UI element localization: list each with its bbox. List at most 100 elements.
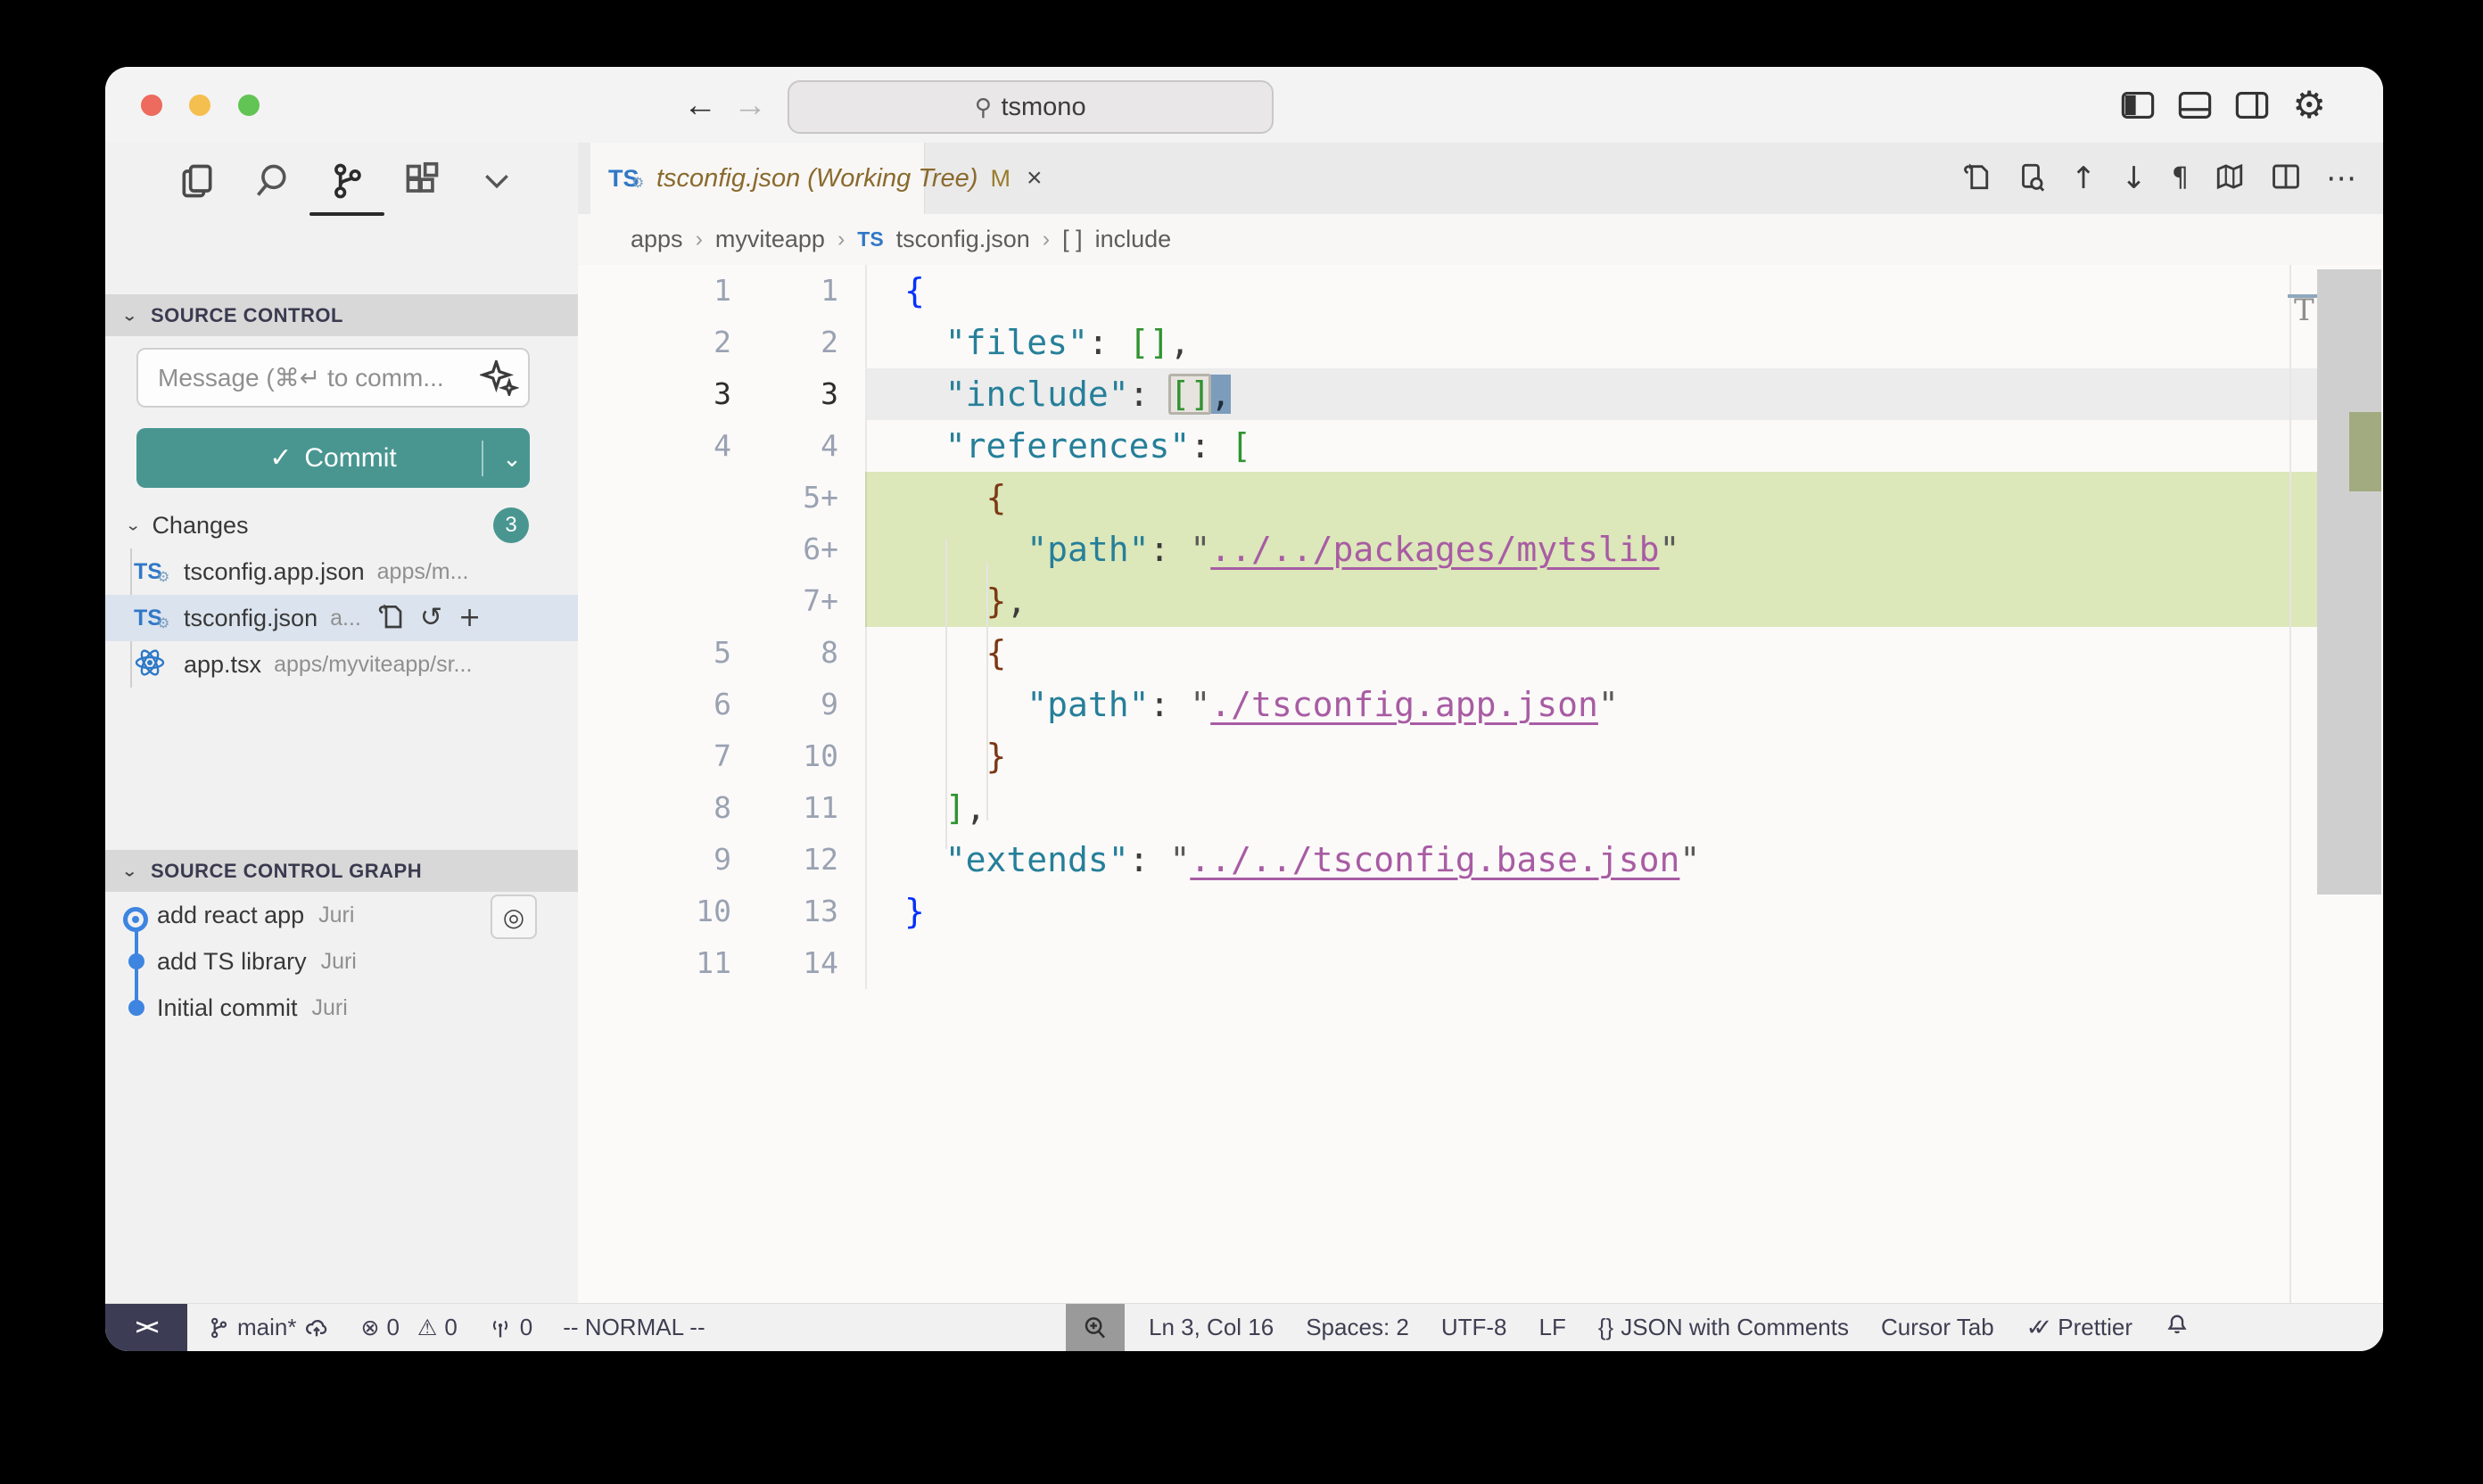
line-number[interactable]: 1: [578, 265, 731, 317]
search-icon: ⚲: [975, 94, 992, 121]
navigate-forward-icon[interactable]: →: [733, 87, 767, 125]
notifications-bell-icon[interactable]: [2165, 1311, 2190, 1344]
commit-button[interactable]: ✓ Commit: [136, 428, 530, 488]
open-changes-icon[interactable]: [1960, 161, 1991, 197]
code-token: :: [1129, 375, 1170, 414]
goto-current-history-item-button[interactable]: ◎: [491, 895, 537, 939]
tab-tsconfig-working-tree[interactable]: TS⚙ tsconfig.json (Working Tree) M ×: [590, 143, 925, 214]
line-number[interactable]: 14: [731, 937, 838, 989]
remote-indicator[interactable]: ><: [105, 1304, 187, 1351]
code-token: []: [1129, 323, 1170, 362]
toggle-primary-sidebar-icon[interactable]: [2121, 91, 2155, 120]
close-tab-icon[interactable]: ×: [1027, 163, 1043, 194]
commit-message-input[interactable]: [136, 348, 530, 408]
formatter-indicator[interactable]: ✓✓ Prettier: [2026, 1314, 2132, 1341]
breadcrumb-item-myviteapp[interactable]: myviteapp: [715, 226, 825, 253]
code-token: ": [1679, 840, 1700, 879]
line-number[interactable]: 3: [731, 368, 838, 420]
search-view-icon[interactable]: [252, 161, 292, 201]
toggle-panel-icon[interactable]: [2178, 91, 2212, 120]
line-number[interactable]: 3: [578, 368, 731, 420]
commit-row[interactable]: Initial commit Juri: [105, 985, 578, 1031]
settings-gear-icon[interactable]: ⚙: [2292, 87, 2326, 124]
split-editor-icon[interactable]: [2271, 161, 2301, 196]
line-number[interactable]: 5: [578, 627, 731, 679]
minimap: T: [2294, 297, 2317, 324]
code-editor[interactable]: 11{22 "files": [],33 "include": [],44 "r…: [578, 265, 2383, 1304]
branch-indicator[interactable]: main*: [207, 1314, 330, 1341]
eol-indicator[interactable]: LF: [1539, 1314, 1566, 1341]
problems-indicator[interactable]: ⊗ 0 ⚠ 0: [360, 1314, 457, 1341]
line-number[interactable]: 4: [578, 420, 731, 472]
zoom-window-button[interactable]: [238, 95, 260, 116]
tab-label: tsconfig.json (Working Tree): [656, 164, 978, 194]
zoom-status-cell[interactable]: [1066, 1304, 1125, 1351]
explorer-icon[interactable]: [177, 161, 217, 201]
minimize-window-button[interactable]: [189, 95, 210, 116]
commit-message: add TS library: [157, 948, 307, 976]
language-mode-indicator[interactable]: {} JSON with Comments: [1598, 1314, 1849, 1341]
stage-changes-plus-icon[interactable]: +: [458, 605, 481, 631]
indent-guide: [945, 539, 947, 849]
breadcrumb-item-apps[interactable]: apps: [631, 226, 683, 253]
line-number[interactable]: 10: [578, 886, 731, 937]
code-token: {: [986, 478, 1007, 517]
line-number[interactable]: 13: [731, 886, 838, 937]
line-number[interactable]: 11: [578, 937, 731, 989]
discard-changes-icon[interactable]: ↺: [420, 605, 442, 631]
extensions-icon[interactable]: [402, 161, 441, 201]
feedback-indicator[interactable]: 0: [488, 1314, 532, 1341]
additional-views-chevron-icon[interactable]: [477, 161, 516, 201]
line-number[interactable]: 6: [578, 679, 731, 730]
changed-file-row[interactable]: app.tsx apps/myviteapp/sr... M: [105, 641, 578, 688]
encoding-indicator[interactable]: UTF-8: [1441, 1314, 1507, 1341]
source-control-section-header[interactable]: ⌄ SOURCE CONTROL: [105, 294, 578, 336]
line-number[interactable]: 9: [731, 679, 838, 730]
line-number[interactable]: 2: [578, 317, 731, 368]
source-control-graph-section-header[interactable]: ⌄ SOURCE CONTROL GRAPH: [105, 850, 578, 892]
line-number[interactable]: [578, 524, 731, 575]
line-number[interactable]: 5+: [731, 472, 838, 524]
generate-commit-message-sparkle-icon[interactable]: [480, 360, 519, 396]
next-change-icon[interactable]: ↓: [2121, 163, 2147, 194]
breadcrumb-item-include[interactable]: include: [1095, 226, 1172, 253]
line-number[interactable]: 8: [731, 627, 838, 679]
previous-change-icon[interactable]: ↑: [2071, 163, 2097, 194]
changed-file-row-selected[interactable]: TS⚙ tsconfig.json a... ↺ + M: [105, 595, 578, 641]
source-control-icon[interactable]: [327, 161, 367, 201]
chevron-right-icon: ›: [1043, 227, 1050, 252]
commit-row[interactable]: add TS library Juri: [105, 938, 578, 985]
toggle-whitespace-icon[interactable]: ¶: [2172, 165, 2189, 192]
command-center-search[interactable]: ⚲ tsmono: [788, 80, 1274, 134]
line-number[interactable]: 7: [578, 730, 731, 782]
line-number[interactable]: 8: [578, 782, 731, 834]
source-control-graph-title: SOURCE CONTROL GRAPH: [151, 860, 422, 883]
toggle-secondary-sidebar-icon[interactable]: [2235, 91, 2269, 120]
cursor-position-indicator[interactable]: Ln 3, Col 16: [1149, 1314, 1274, 1341]
more-actions-icon[interactable]: ⋯: [2326, 163, 2356, 194]
line-number[interactable]: 4: [731, 420, 838, 472]
line-number[interactable]: 10: [731, 730, 838, 782]
breadcrumb-item-tsconfig[interactable]: tsconfig.json: [896, 226, 1030, 253]
map-icon[interactable]: [2214, 161, 2246, 196]
line-number[interactable]: [578, 472, 731, 524]
line-number[interactable]: 1: [731, 265, 838, 317]
commit-dropdown-chevron-icon[interactable]: ⌄: [494, 439, 530, 478]
line-number[interactable]: 6+: [731, 524, 838, 575]
line-number[interactable]: 12: [731, 834, 838, 886]
editor-scrollbar[interactable]: [2317, 269, 2381, 895]
open-file-icon[interactable]: [375, 601, 404, 636]
line-number[interactable]: 7+: [731, 575, 838, 627]
close-window-button[interactable]: [141, 95, 162, 116]
code-token: [904, 840, 945, 879]
indentation-indicator[interactable]: Spaces: 2: [1306, 1314, 1409, 1341]
inline-view-icon[interactable]: [2016, 161, 2046, 197]
navigate-back-icon[interactable]: ←: [683, 87, 717, 125]
cursor-tab-indicator[interactable]: Cursor Tab: [1881, 1314, 1994, 1341]
line-number[interactable]: 11: [731, 782, 838, 834]
line-number[interactable]: [578, 575, 731, 627]
line-number[interactable]: 9: [578, 834, 731, 886]
vim-mode-indicator[interactable]: -- NORMAL --: [563, 1314, 705, 1341]
changed-file-row[interactable]: TS⚙ tsconfig.app.json apps/m... M: [105, 548, 578, 595]
line-number[interactable]: 2: [731, 317, 838, 368]
